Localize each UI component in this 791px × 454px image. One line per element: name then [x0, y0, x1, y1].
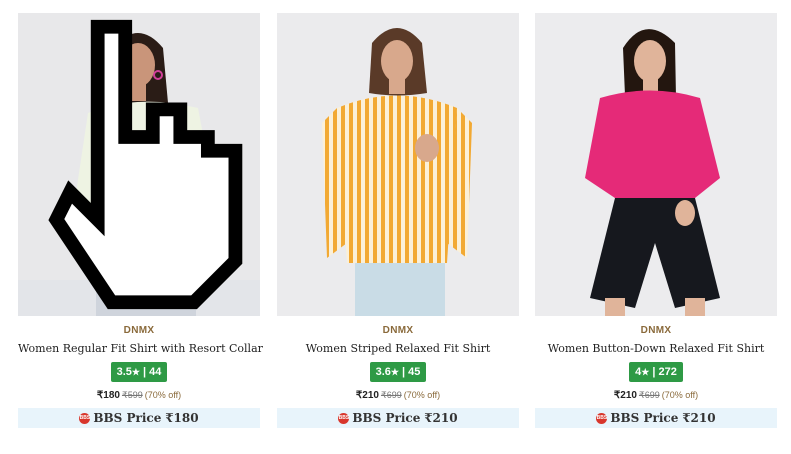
product-brand: DNMX	[123, 325, 155, 336]
rating-badge: 4★ | 272	[629, 362, 683, 382]
price: ₹210	[613, 390, 637, 401]
price-row: ₹180 ₹599 (70% off)	[18, 390, 260, 401]
bbs-label: BBS Price	[93, 411, 162, 425]
bbs-label: BBS Price	[352, 411, 421, 425]
price: ₹180	[96, 390, 120, 401]
mrp: ₹599	[121, 390, 143, 400]
mrp: ₹699	[380, 390, 402, 400]
bbs-price-bar: BBS BBS Price ₹210	[277, 408, 519, 428]
product-brand: DNMX	[640, 325, 672, 336]
price-row: ₹210 ₹699 (70% off)	[277, 390, 519, 401]
discount: (70% off)	[403, 390, 441, 400]
bbs-logo-icon: BBS	[79, 413, 91, 424]
product-grid: QUICK VIEW DNMX Women Regular Fit Shirt …	[0, 0, 791, 454]
product-name[interactable]: Women Regular Fit Shirt with Resort Coll…	[18, 342, 263, 355]
product-card[interactable]: DNMX Women Striped Relaxed Fit Shirt 3.6…	[277, 13, 519, 431]
review-count: 44	[149, 366, 162, 378]
bbs-price: ₹210	[682, 411, 716, 425]
hand-cursor-icon	[48, 19, 243, 310]
discount: (70% off)	[661, 390, 699, 400]
model-figure-icon	[535, 13, 777, 316]
bbs-price-bar: BBS BBS Price ₹180	[18, 408, 260, 428]
star-icon: ★	[390, 367, 399, 377]
review-count: 45	[408, 366, 421, 378]
bbs-label: BBS Price	[610, 411, 679, 425]
bbs-logo-icon: BBS	[596, 413, 608, 424]
discount: (70% off)	[144, 390, 182, 400]
product-card[interactable]: DNMX Women Button-Down Relaxed Fit Shirt…	[535, 13, 777, 431]
bbs-price: ₹180	[165, 411, 199, 425]
model-figure-icon	[277, 13, 519, 316]
rating-container: 3.5★ | 44	[18, 362, 260, 382]
product-brand: DNMX	[382, 325, 414, 336]
bbs-price-bar: BBS BBS Price ₹210	[535, 408, 777, 428]
product-card[interactable]: QUICK VIEW DNMX Women Regular Fit Shirt …	[18, 13, 263, 431]
price: ₹210	[355, 390, 379, 401]
product-name[interactable]: Women Striped Relaxed Fit Shirt	[277, 342, 519, 355]
bbs-logo-icon: BBS	[338, 413, 350, 424]
price-row: ₹210 ₹699 (70% off)	[535, 390, 777, 401]
review-count: 272	[658, 366, 677, 378]
product-name[interactable]: Women Button-Down Relaxed Fit Shirt	[535, 342, 777, 355]
mrp: ₹699	[638, 390, 660, 400]
rating-badge: 3.5★ | 44	[110, 362, 168, 382]
product-image[interactable]	[277, 13, 519, 316]
rating-value: 3.6	[375, 366, 391, 378]
bbs-price: ₹210	[424, 411, 458, 425]
product-image[interactable]: QUICK VIEW	[18, 13, 260, 316]
rating-value: 3.5	[116, 366, 132, 378]
star-icon: ★	[131, 367, 140, 377]
product-image[interactable]	[535, 13, 777, 316]
star-icon: ★	[641, 367, 650, 377]
rating-container: 3.6★ | 45	[277, 362, 519, 382]
rating-badge: 3.6★ | 45	[369, 362, 427, 382]
rating-container: 4★ | 272	[535, 362, 777, 382]
